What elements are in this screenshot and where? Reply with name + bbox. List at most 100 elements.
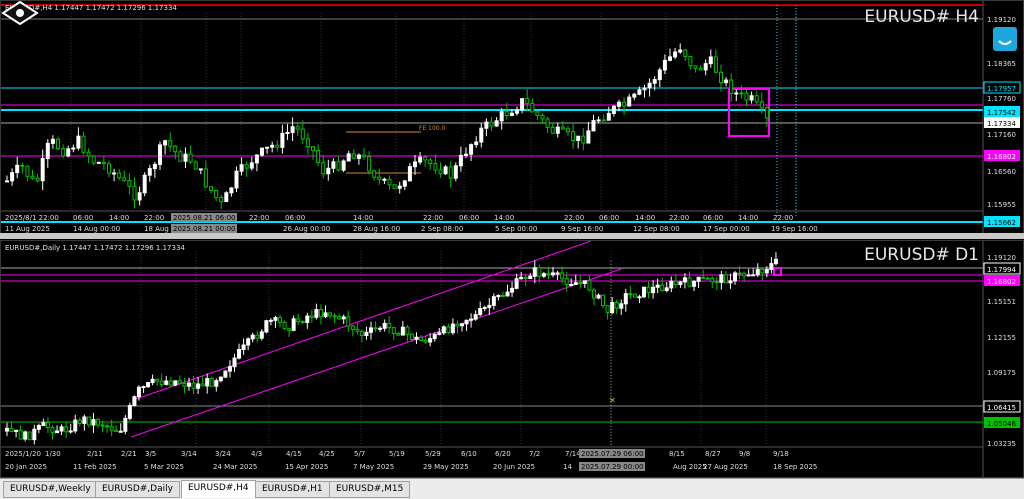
d1-candle [173,380,178,386]
d1-price-label: 1.12155 [987,334,1016,342]
tab-h4[interactable]: EURUSD#,H4 [181,480,256,498]
d1-candle [523,276,528,280]
h4-candle [673,51,678,58]
d1-time-label: 8/15 [669,450,685,458]
h4-candle [402,180,407,187]
d1-chart-header: EURUSD#,Daily 1.17447 1.17472 1.17296 1.… [5,244,185,252]
d1-candle [582,280,587,284]
h4-price-label: 1.18365 [987,60,1016,68]
d1-time-label: 9/8 [739,450,750,458]
tab-daily[interactable]: EURUSD#,Daily [95,481,180,498]
h4-candle [453,165,458,179]
d1-candle [432,333,437,340]
d1-candle [692,280,697,287]
h4-time-label: 06:00 [73,214,93,222]
d1-candle [100,424,105,427]
h4-candle [56,138,60,150]
d1-candle [127,404,132,419]
smiley-expert-icon[interactable] [993,27,1017,51]
h4-candle [356,154,361,159]
h4-magenta-box [728,88,770,137]
h4-candle [122,177,127,182]
d1-candle [259,331,264,339]
d1-time-label: 4/25 [319,450,335,458]
h4-candle [336,161,341,171]
h4-candle [275,144,280,148]
h4-candle [193,161,198,170]
tab-weekly[interactable]: EURUSD#,Weekly [3,481,98,498]
d1-candle [423,339,428,343]
h4-candle [515,109,519,114]
d1-price-label: 1.17994 [987,266,1016,274]
d1-candle [655,284,660,288]
d1-candle [669,280,674,289]
d1-time-label: 2025/1/20 [5,450,41,458]
d1-candle [200,383,205,387]
tab-m15[interactable]: EURUSD#,M15 [329,481,411,498]
d1-time-label: 8/27 [705,450,721,458]
d1-candle [742,272,747,277]
d1-time-label: 5/7 [354,450,365,458]
window-divider[interactable] [0,233,1024,239]
h4-candle [341,160,346,171]
d1-candle [364,331,369,337]
h4-candle [219,197,224,203]
h4-candle [214,189,219,199]
h4-candle [331,161,336,169]
tab-h1[interactable]: EURUSD#,H1 [255,481,330,498]
d1-time-label: 1/30 [45,450,61,458]
h4-price-label: 1.19120 [987,16,1016,24]
h4-candle [71,147,76,150]
d1-candle [651,286,656,294]
h4-candle [270,144,275,148]
h4-candle [509,112,514,116]
d1-candle [560,272,565,280]
d1-candle [36,425,41,430]
h4-candle [15,164,20,174]
d1-date-label: Aug 2025 [673,463,707,471]
d1-candle [191,382,196,389]
d1-candle [555,272,560,275]
d1-candle [359,330,364,337]
h4-candle [525,98,530,104]
d1-candle [455,323,460,327]
d1-candle [473,314,478,320]
h4-candle [586,130,591,144]
d1-candle [637,296,642,299]
d1-candle [123,417,128,432]
d1-candle [696,276,701,282]
d1-candle [218,376,223,382]
d1-candle [687,277,692,287]
h4-candle [724,79,729,84]
h4-candle [520,98,525,111]
d1-candle [733,272,737,282]
d1-candle [773,258,778,265]
d1-candle [496,294,501,298]
d1-chart-canvas[interactable]: ✕ 1.19120 1.17994 1.16802 1.15151 1.12155 1.09… [1,241,1024,477]
d1-chart-window[interactable]: ✕ 1.19120 1.17994 1.16802 1.15151 1.12155 1.09… [0,240,1024,478]
d1-candle [737,272,742,275]
h4-price-label: 1.17760 [987,95,1016,103]
h4-candle [464,153,468,156]
d1-candle [155,378,160,382]
d1-candle [769,263,774,271]
h4-chart-window[interactable]: FE 100.0 1.19120 1.18365 1.17957 1.17760 1.17… [0,0,1024,234]
h4-date-label: 14 Aug 00:00 [73,225,120,233]
d1-candle [478,308,483,316]
d1-candle [414,336,419,340]
d1-candle [241,344,246,350]
d1-candle [482,306,487,310]
h4-price-label: 1.17160 [987,131,1016,139]
d1-candle [764,269,769,274]
d1-time-label: 5/19 [389,450,405,458]
d1-candle [728,280,733,284]
h4-candle [96,161,101,164]
h4-candle [367,156,372,172]
d1-date-label: 29 May 2025 [423,463,469,471]
h4-chart-canvas[interactable]: FE 100.0 1.19120 1.18365 1.17957 1.17760 1.17… [1,1,1024,233]
d1-candle [428,338,433,343]
h4-candle [652,79,657,84]
d1-candle [141,386,146,389]
h4-candle [683,49,688,57]
d1-candle [118,430,123,433]
